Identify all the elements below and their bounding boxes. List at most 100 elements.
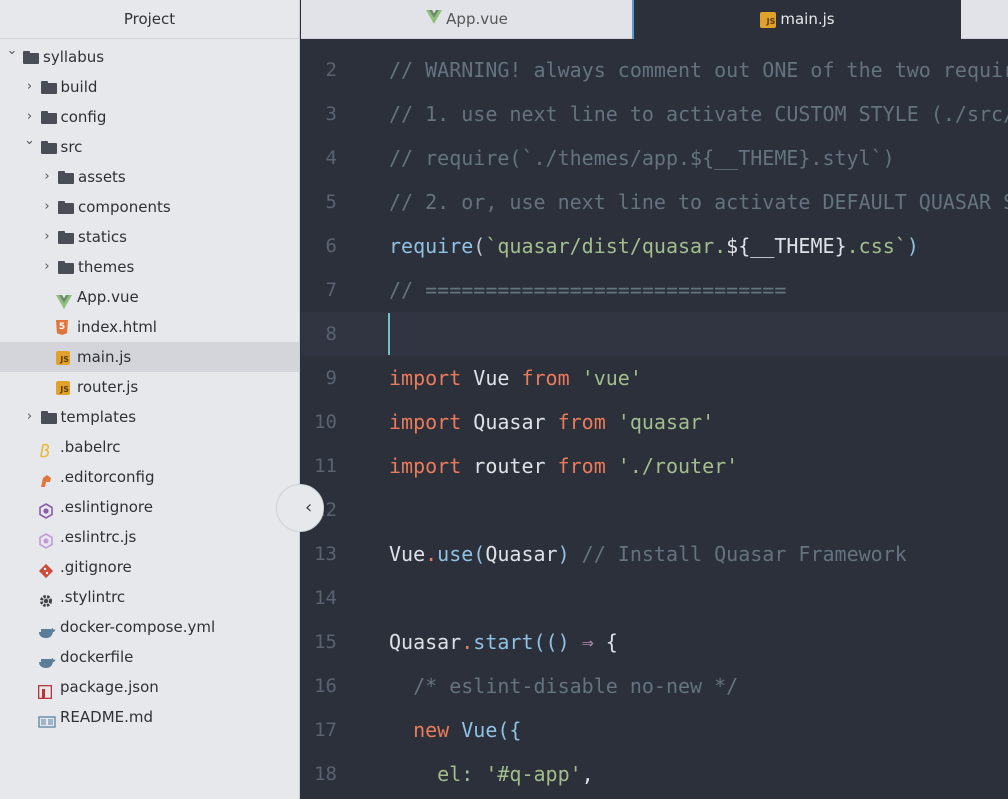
tree-item-label: .eslintrc.js (60, 528, 137, 546)
chevron-right-icon[interactable]: › (41, 192, 53, 222)
code-line[interactable]: 2 // WARNING! always comment out ONE of t… (301, 48, 1008, 92)
code-text: el: '#q-app', (389, 762, 594, 786)
folder-icon (23, 51, 39, 67)
tree-item-src[interactable]: ⌄ src (0, 132, 299, 162)
js-file-icon: JS (56, 351, 70, 365)
code-line[interactable]: 5 // 2. or, use next line to activate DEF… (301, 180, 1008, 224)
code-line[interactable]: 6 require(`quasar/dist/quasar.${__THEME}.… (301, 224, 1008, 268)
docker-icon (38, 619, 56, 638)
tree-item-build[interactable]: › build (0, 72, 299, 102)
tab-app-vue[interactable]: App.vue (301, 0, 633, 39)
code-text: new Vue({ (389, 718, 522, 742)
tree-item-label: themes (78, 258, 135, 276)
eslint-icon (38, 529, 54, 549)
code-line[interactable]: 18 el: '#q-app', (301, 752, 1008, 796)
folder-icon (58, 231, 74, 247)
code-text: import router from './router' (389, 454, 739, 478)
code-line[interactable]: 17 new Vue({ (301, 708, 1008, 752)
folder-icon (40, 411, 57, 427)
line-number: 10 (314, 411, 337, 433)
chevron-right-icon[interactable]: › (41, 222, 53, 252)
code-line[interactable]: 11 import router from './router' (301, 444, 1008, 488)
collapse-sidebar-button[interactable]: ‹ (276, 484, 324, 532)
code-line[interactable]: 16 /* eslint-disable no-new */ (301, 664, 1008, 708)
line-number: 11 (314, 455, 337, 477)
tree-item-label: config (60, 108, 107, 126)
tree-item-label: .stylintrc (60, 588, 126, 606)
tree-item-main-js[interactable]: JS main.js (0, 342, 299, 372)
code-line[interactable]: 9 import Vue from 'vue' (301, 356, 1008, 400)
line-number: 13 (314, 543, 337, 565)
tree-item-label: package.json (60, 678, 159, 696)
code-line[interactable]: 12 (301, 488, 1008, 532)
code-line[interactable]: 14 (301, 576, 1008, 620)
docker-icon (38, 649, 56, 668)
tree-item-app-vue[interactable]: App.vue (0, 282, 299, 312)
chevron-right-icon[interactable]: › (41, 252, 53, 282)
code-text: import Vue from 'vue' (389, 366, 642, 390)
tree-item-assets[interactable]: › assets (0, 162, 299, 192)
tree-item-label: templates (60, 408, 137, 426)
readme-icon (38, 709, 56, 728)
chevron-right-icon[interactable]: › (24, 402, 36, 432)
tree-item-label: components (78, 198, 171, 216)
tree-item-label: .editorconfig (60, 468, 155, 486)
chevron-down-icon[interactable]: ⌄ (6, 42, 18, 72)
code-editor[interactable]: 2 // WARNING! always comment out ONE of t… (301, 40, 1008, 799)
tree-item-gitignore[interactable]: .gitignore (0, 552, 299, 582)
chevron-left-icon: ‹ (305, 497, 313, 518)
code-text: Vue.use(Quasar) // Install Quasar Framew… (389, 542, 907, 566)
tree-item-dockerfile[interactable]: dockerfile (0, 642, 299, 672)
line-number: 18 (314, 763, 337, 785)
vue-file-icon (56, 289, 72, 309)
tree-item-stylintrc[interactable]: .stylintrc (0, 582, 299, 612)
tree-item-eslintrc-js[interactable]: .eslintrc.js (0, 522, 299, 552)
tree-item-index-html[interactable]: 5 index.html (0, 312, 299, 342)
line-number: 16 (314, 675, 337, 697)
tree-item-docker-compose-yml[interactable]: docker-compose.yml (0, 612, 299, 642)
folder-icon (58, 201, 74, 217)
line-number: 14 (314, 587, 337, 609)
tree-item-readme-md[interactable]: README.md (0, 702, 299, 732)
chevron-down-icon[interactable]: ⌄ (24, 132, 36, 162)
code-line[interactable]: 10 import Quasar from 'quasar' (301, 400, 1008, 444)
tree-item-label: .eslintignore (60, 498, 153, 516)
tree-item-statics[interactable]: › statics (0, 222, 299, 252)
tree-item-templates[interactable]: › templates (0, 402, 299, 432)
tree-item-babelrc[interactable]: .babelrc (0, 432, 299, 462)
line-number: 8 (325, 323, 337, 345)
chevron-right-icon[interactable]: › (41, 162, 53, 192)
tree-item-config[interactable]: › config (0, 102, 299, 132)
tree-item-syllabus[interactable]: ⌄ syllabus (0, 42, 299, 72)
tree-item-label: docker-compose.yml (60, 618, 216, 636)
tree-item-eslintignore[interactable]: .eslintignore (0, 492, 299, 522)
code-line[interactable]: 7 // ============================== (301, 268, 1008, 312)
code-line[interactable]: 13 Vue.use(Quasar) // Install Quasar Fram… (301, 532, 1008, 576)
editorconfig-icon (38, 469, 54, 487)
js-file-icon: JS (56, 381, 70, 395)
code-line[interactable]: 4 // require(`./themes/app.${__THEME}.sty… (301, 136, 1008, 180)
code-text: Quasar.start(() ⇒ { (389, 630, 618, 654)
folder-icon (58, 261, 74, 277)
code-text: /* eslint-disable no-new */ (389, 674, 739, 698)
folder-icon (40, 111, 57, 127)
tree-item-label: .babelrc (60, 438, 121, 456)
code-line[interactable]: 8 (301, 312, 1008, 356)
file-tree: ⌄ syllabus › build › config ⌄ src › assets › compon… (0, 39, 299, 732)
line-number: 2 (325, 59, 337, 81)
tree-item-label: router.js (77, 378, 139, 396)
babel-icon (38, 439, 54, 458)
chevron-right-icon[interactable]: › (24, 72, 36, 102)
tree-item-package-json[interactable]: package.json (0, 672, 299, 702)
tree-item-router-js[interactable]: JS router.js (0, 372, 299, 402)
code-text: // ============================== (389, 278, 787, 302)
tab-main-js[interactable]: JS main.js (632, 0, 961, 39)
code-line[interactable]: 3 // 1. use next line to activate CUSTOM … (301, 92, 1008, 136)
tree-item-editorconfig[interactable]: .editorconfig (0, 462, 299, 492)
tree-item-components[interactable]: › components (0, 192, 299, 222)
code-line[interactable]: 15 Quasar.start(() ⇒ { (301, 620, 1008, 664)
chevron-right-icon[interactable]: › (24, 102, 36, 132)
tree-item-themes[interactable]: › themes (0, 252, 299, 282)
tree-item-label: build (60, 78, 98, 96)
line-number: 17 (314, 719, 337, 741)
